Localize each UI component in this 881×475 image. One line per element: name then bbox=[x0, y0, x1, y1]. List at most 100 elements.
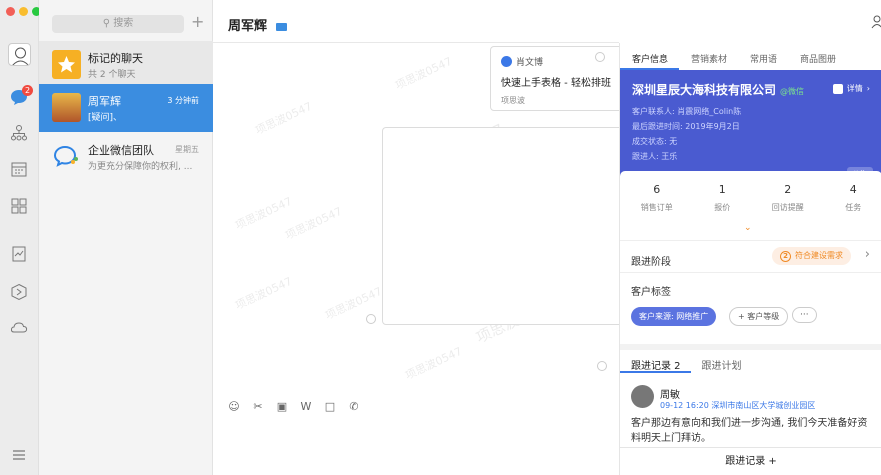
detail-link[interactable]: 详情 › bbox=[832, 83, 870, 94]
conversation-preview: 为更充分保障你的权利, ... bbox=[88, 162, 193, 172]
detail-label: 详情 bbox=[846, 84, 863, 93]
card-title: 快速上手表格 - 轻松排班 bbox=[501, 78, 611, 89]
search-input[interactable]: ⚲ 搜索 bbox=[52, 15, 184, 33]
tab-follow-records[interactable]: 跟进记录 2 bbox=[620, 350, 691, 373]
conversation-time: 3 分钟前 bbox=[167, 96, 199, 105]
stat-value: 2 bbox=[784, 183, 792, 196]
app-rail: 2 bbox=[0, 0, 41, 475]
detail-icon bbox=[832, 83, 843, 94]
stage-badge[interactable]: 2 符合建设需求 bbox=[772, 247, 851, 265]
stage-number: 2 bbox=[780, 251, 791, 262]
watermark: 项思波0547 bbox=[253, 99, 315, 138]
input-toolbar: ☺ ✂ ▣ W □ ✆ bbox=[213, 392, 619, 422]
close-window-icon[interactable] bbox=[6, 7, 15, 16]
company-card: 深圳星辰大海科技有限公司 @微信 详情 › 客户联系人: 肖震网络_Colin陈 最… bbox=[620, 70, 881, 185]
add-member-icon[interactable] bbox=[871, 15, 881, 29]
minimize-window-icon[interactable] bbox=[19, 7, 28, 16]
more-tags-button[interactable]: ··· bbox=[792, 307, 817, 323]
stat-quotes[interactable]: 1 报价 bbox=[714, 183, 730, 243]
conversation-name: 标记的聊天 bbox=[88, 52, 143, 65]
star-icon bbox=[52, 50, 81, 79]
divider bbox=[620, 240, 881, 241]
chat-title: 周军辉 bbox=[228, 15, 287, 34]
watermark: 项思波0547 bbox=[283, 204, 345, 243]
report-icon[interactable] bbox=[10, 245, 28, 263]
stat-value: 6 bbox=[653, 183, 661, 196]
stat-label: 销售订单 bbox=[640, 203, 673, 212]
cloud-app-icon[interactable] bbox=[10, 318, 28, 336]
stat-tasks[interactable]: 4 任务 bbox=[845, 183, 861, 243]
scissors-icon[interactable]: ✂ bbox=[251, 400, 265, 414]
contact-person: 客户联系人: 肖震网络_Colin陈 bbox=[632, 107, 742, 116]
expand-chevron-icon[interactable]: ⌄ bbox=[744, 223, 752, 233]
stat-reminders[interactable]: 2 回访提醒 bbox=[772, 183, 804, 243]
message-input[interactable] bbox=[213, 425, 619, 475]
menu-icon[interactable] bbox=[10, 446, 28, 464]
conversation-starred[interactable]: 标记的聊天 共 2 个聊天 bbox=[39, 41, 213, 89]
tag-source[interactable]: 客户来源: 网络推广 bbox=[631, 307, 717, 326]
tab-marketing[interactable]: 营销素材 bbox=[679, 43, 738, 70]
card-source: 项思波 bbox=[501, 96, 525, 105]
chat-title-text: 周军辉 bbox=[228, 19, 268, 34]
conversation-preview: [疑问]、 bbox=[88, 113, 123, 123]
chevron-right-icon[interactable]: › bbox=[865, 247, 870, 262]
word-doc-icon[interactable]: W bbox=[299, 400, 313, 414]
add-tag-button[interactable]: + 客户等级 bbox=[729, 307, 789, 326]
stat-value: 4 bbox=[849, 183, 857, 196]
calendar-icon[interactable] bbox=[10, 160, 28, 178]
folder-icon[interactable]: □ bbox=[323, 400, 337, 414]
watermark: 项思波0547 bbox=[393, 54, 455, 93]
customer-panel: 客户信息 营销素材 常用语 商品图册 深圳星辰大海科技有限公司 @微信 详情 › 客… bbox=[619, 43, 881, 475]
emoji-icon[interactable]: ☺ bbox=[227, 400, 241, 414]
follow-tabs: 跟进记录 2 跟进计划 bbox=[620, 344, 881, 373]
follower: 跟进人: 王乐 bbox=[632, 152, 678, 161]
tags-label: 客户标签 bbox=[631, 287, 671, 298]
deal-status: 成交状态: 无 bbox=[632, 137, 678, 146]
conversation-preview: 共 2 个聊天 bbox=[88, 70, 136, 80]
add-follow-record-button[interactable]: 跟进记录 + bbox=[620, 447, 881, 475]
avatar bbox=[631, 385, 654, 408]
wecom-logo-icon bbox=[52, 142, 81, 171]
conversation-zhou-junhui[interactable]: 周军辉 [疑问]、 3 分钟前 bbox=[39, 84, 213, 132]
my-avatar[interactable] bbox=[8, 43, 31, 66]
conversation-wecom-team[interactable]: 企业微信团队 为更充分保障你的权利, ... 星期五 bbox=[39, 133, 213, 181]
app-cube-icon[interactable] bbox=[10, 283, 28, 301]
stat-label: 回访提醒 bbox=[771, 203, 804, 212]
read-status-icon bbox=[595, 52, 605, 62]
record-meta[interactable]: 09-12 16:20 深圳市南山区大学城创业园区 bbox=[660, 400, 815, 411]
chat-header: 周军辉 bbox=[213, 0, 881, 43]
unread-badge: 2 bbox=[22, 85, 33, 96]
company-name: 深圳星辰大海科技有限公司 bbox=[632, 83, 777, 97]
shared-doc-card[interactable]: 肖文博 快速上手表格 - 轻松排班 项思波 bbox=[490, 46, 630, 111]
stat-label: 报价 bbox=[714, 203, 731, 212]
conversation-time: 星期五 bbox=[175, 145, 199, 154]
tab-catalog[interactable]: 商品图册 bbox=[788, 43, 847, 70]
window-controls bbox=[6, 7, 41, 16]
record-text: 客户那边有意向和我们进一步沟通, 我们今天准备好资料明天上门拜访。 bbox=[631, 418, 868, 444]
phone-icon[interactable]: ✆ bbox=[347, 400, 361, 414]
stat-label: 任务 bbox=[845, 203, 862, 212]
read-status-icon bbox=[366, 314, 376, 324]
add-button[interactable]: + bbox=[191, 12, 204, 31]
tab-follow-plan[interactable]: 跟进计划 bbox=[691, 350, 752, 373]
conversation-name: 周军辉 bbox=[88, 95, 121, 108]
stat-value: 1 bbox=[718, 183, 726, 196]
stat-orders[interactable]: 6 销售订单 bbox=[641, 183, 673, 243]
divider bbox=[620, 272, 881, 273]
read-status-icon bbox=[597, 361, 607, 371]
search-placeholder: 搜索 bbox=[113, 18, 134, 29]
tab-customer-info[interactable]: 客户信息 bbox=[620, 43, 680, 70]
tab-phrases[interactable]: 常用语 bbox=[738, 43, 788, 70]
desktop-online-icon bbox=[275, 22, 287, 31]
contacts-icon[interactable] bbox=[10, 124, 28, 142]
panel-tabs: 客户信息 营销素材 常用语 商品图册 bbox=[620, 43, 881, 70]
search-icon: ⚲ bbox=[102, 18, 111, 29]
image-icon[interactable]: ▣ bbox=[275, 400, 289, 414]
conversation-list: ⚲ 搜索 + 标记的聊天 共 2 个聊天 周军辉 [疑问]、 3 分钟前 企业微… bbox=[39, 0, 213, 475]
message-card[interactable] bbox=[382, 127, 632, 325]
conversation-name: 企业微信团队 bbox=[88, 144, 154, 157]
workbench-icon[interactable] bbox=[10, 197, 28, 215]
stage-value: 符合建设需求 bbox=[795, 251, 843, 260]
verified-tag: @微信 bbox=[780, 87, 805, 96]
contact-avatar bbox=[52, 93, 81, 122]
